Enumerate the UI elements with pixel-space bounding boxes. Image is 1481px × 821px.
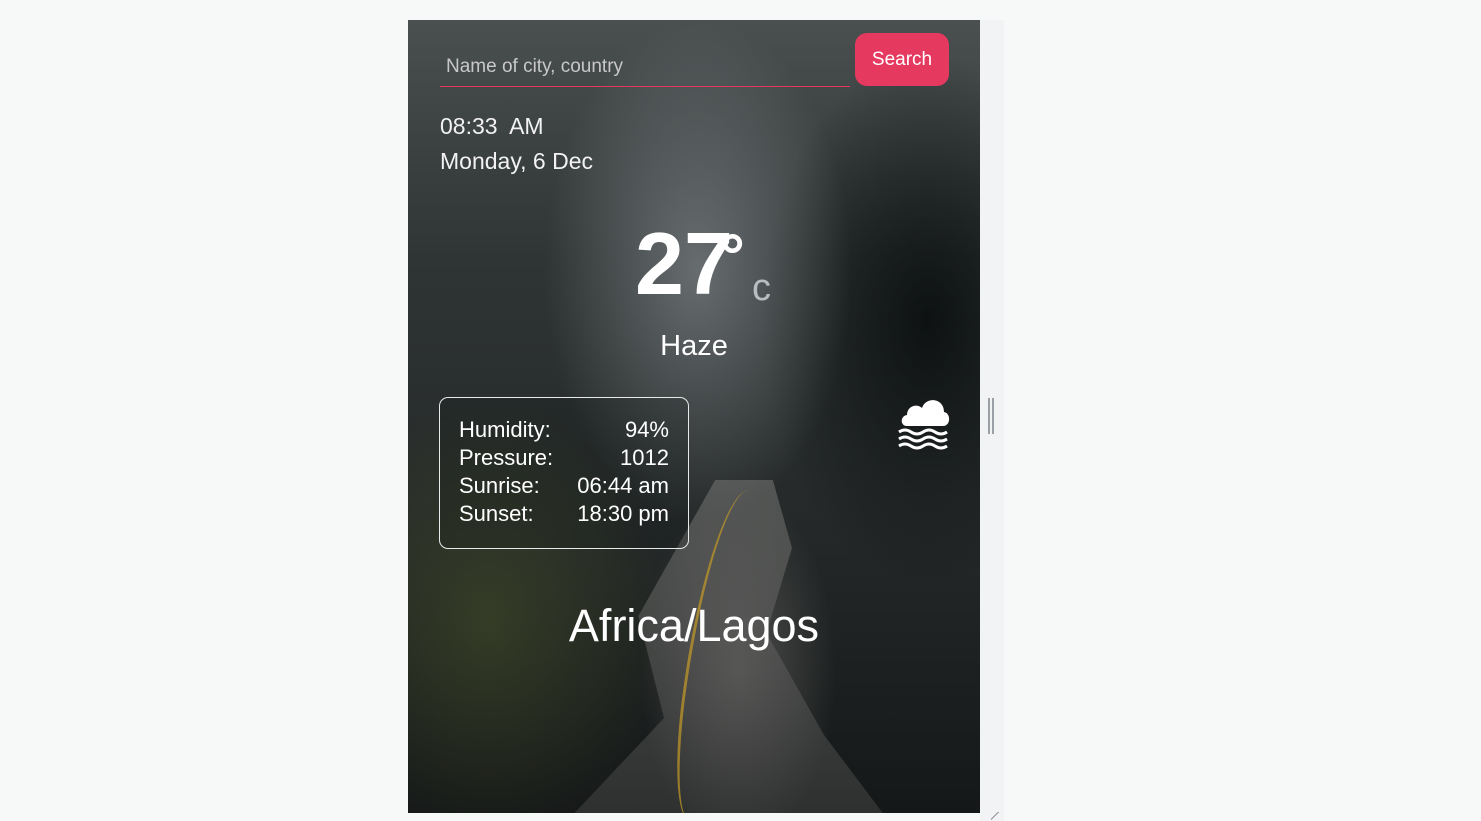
detail-row-humidity: Humidity: 94% <box>459 416 669 444</box>
detail-value: 18:30 pm <box>577 501 669 526</box>
temperature-value: 27 <box>635 214 733 313</box>
detail-value: 94% <box>624 417 669 442</box>
search-field-wrapper <box>440 48 850 87</box>
detail-label: Humidity: <box>459 417 551 442</box>
weather-card: Search 08:33 AM Monday, 6 Dec 27 ° c Haz… <box>408 20 980 813</box>
page: Search 08:33 AM Monday, 6 Dec 27 ° c Haz… <box>0 0 1481 821</box>
detail-row-pressure: Pressure: 1012 <box>459 444 669 472</box>
temperature-block: 27 <box>408 220 980 308</box>
temperature-unit: c <box>752 267 771 309</box>
corner-resize-grip[interactable] <box>990 812 1000 821</box>
detail-value: 1012 <box>620 445 669 470</box>
detail-row-sunset: Sunset: 18:30 pm <box>459 500 669 528</box>
detail-label: Sunset: <box>459 501 534 526</box>
detail-row-sunrise: Sunrise: 06:44 am <box>459 472 669 500</box>
temperature-degree: ° <box>720 222 745 291</box>
location-name: Africa/Lagos <box>568 600 820 651</box>
detail-label: Pressure: <box>459 445 554 470</box>
resize-handle[interactable] <box>988 398 994 434</box>
weather-details-box: Humidity: 94% Pressure: 1012 Sunrise: 06… <box>439 397 689 549</box>
current-date: Monday, 6 Dec <box>440 148 593 174</box>
search-input[interactable] <box>440 48 850 86</box>
detail-value: 06:44 am <box>577 473 669 498</box>
weather-condition: Haze <box>660 330 728 362</box>
detail-label: Sunrise: <box>459 473 540 498</box>
fog-icon <box>898 400 950 450</box>
search-button[interactable]: Search <box>855 33 949 86</box>
current-time: 08:33 AM <box>440 113 544 139</box>
